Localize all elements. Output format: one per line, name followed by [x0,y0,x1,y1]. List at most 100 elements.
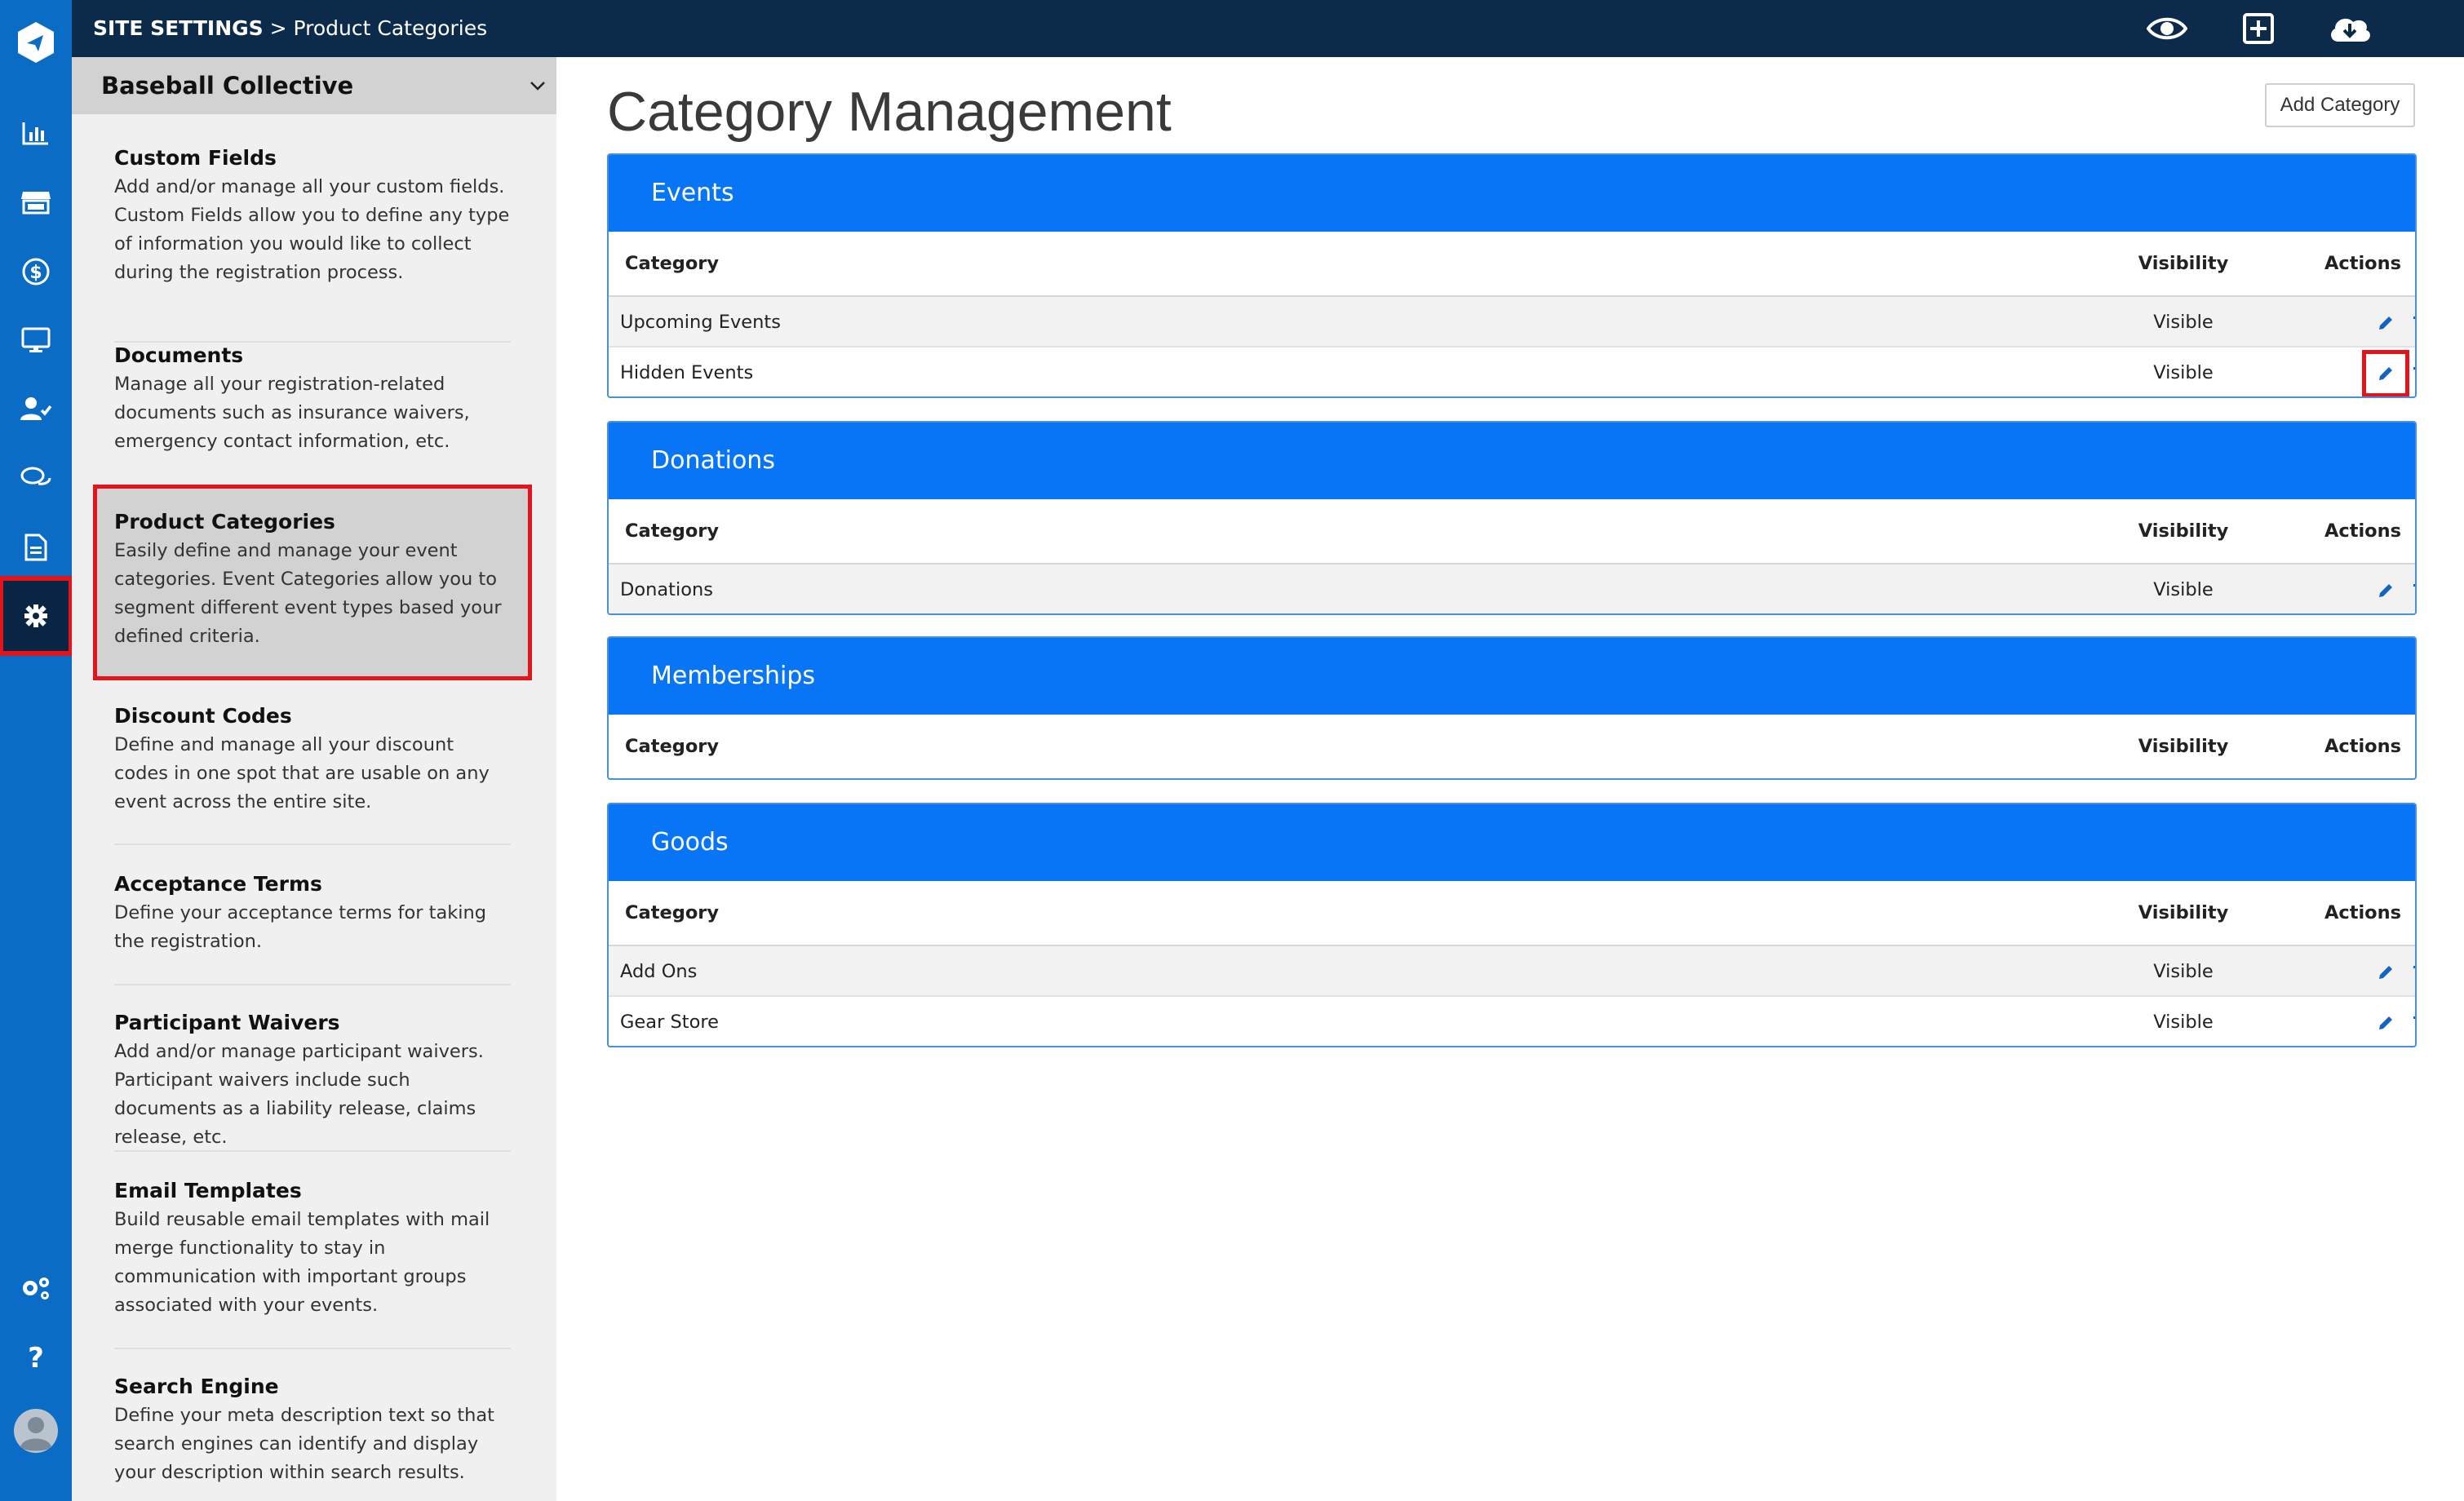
setting-title: Acceptance Terms [114,872,322,896]
column-category: Category [625,253,720,274]
table-header: Category Visibility Actions [609,881,2415,945]
settings-panel: Baseball Collective Custom Fields Add an… [72,57,556,1501]
chart-icon[interactable] [0,104,72,162]
main-content: Category Management Add Category Events … [556,57,2464,1501]
table-row: Hidden Events Visible [609,346,2415,396]
trash-icon[interactable] [2407,959,2415,985]
category-name: Add Ons [620,961,698,982]
help-icon[interactable]: ? [0,1328,72,1385]
trash-icon[interactable] [2407,361,2415,387]
setting-description: Build reusable email templates with mail… [114,1209,490,1316]
edit-icon[interactable] [2373,1010,2399,1036]
setting-description: Add and/or manage participant waivers. P… [114,1041,484,1148]
table-row: Upcoming Events Visible [609,295,2415,346]
table-header: Category Visibility Actions [609,715,2415,778]
setting-title: Email Templates [114,1179,302,1202]
svg-text:?: ? [28,1343,44,1370]
setting-product-categories[interactable]: Product Categories Easily define and man… [93,485,532,680]
setting-title: Discount Codes [114,704,292,728]
chat-icon[interactable] [0,450,72,507]
cloud-download-icon[interactable] [2325,8,2374,49]
site-selector[interactable]: Baseball Collective [72,57,556,114]
group-title: Donations [609,423,2415,499]
divider [114,1348,511,1349]
gears-icon[interactable] [0,1260,72,1317]
eye-icon[interactable] [2143,8,2191,49]
category-visibility: Visible [2153,1012,2214,1033]
setting-description: Define your meta description text so tha… [114,1405,495,1483]
gear-icon[interactable] [0,576,73,656]
setting-description: Easily define and manage your event cate… [114,540,502,647]
add-category-button[interactable]: Add Category [2265,83,2415,127]
setting-acceptance-terms[interactable]: Acceptance Terms Define your acceptance … [95,870,530,985]
category-group-donations: Donations Category Visibility Actions Do… [607,421,2417,615]
add-square-icon[interactable] [2234,8,2283,49]
setting-title: Product Categories [114,510,335,534]
category-group-memberships: Memberships Category Visibility Actions [607,636,2417,780]
column-actions: Actions [2324,253,2402,274]
column-category: Category [625,736,720,757]
avatar[interactable] [0,1401,72,1460]
edit-icon[interactable] [2373,959,2399,985]
breadcrumb-page: Product Categories [293,16,488,40]
chevron-down-icon[interactable] [524,72,552,100]
top-bar: SITE SETTINGS > Product Categories [72,0,2464,57]
setting-description: Define and manage all your discount code… [114,734,490,812]
category-name: Gear Store [620,1012,719,1033]
document-icon[interactable] [0,519,72,576]
setting-discount-codes[interactable]: Discount Codes Define and manage all you… [95,702,530,845]
breadcrumb-separator: > [263,16,294,40]
column-category: Category [625,520,720,542]
setting-description: Manage all your registration-related doc… [114,374,470,452]
group-title: Goods [609,804,2415,881]
edit-icon[interactable] [2362,350,2409,396]
divider [114,1150,511,1152]
edit-icon[interactable] [2373,578,2399,604]
edit-icon[interactable] [2373,310,2399,336]
trash-icon[interactable] [2407,578,2415,604]
setting-description: Add and/or manage all your custom fields… [114,176,510,283]
store-icon[interactable] [0,173,72,230]
setting-participant-waivers[interactable]: Participant Waivers Add and/or manage pa… [95,1008,530,1152]
setting-documents[interactable]: Documents Manage all your registration-r… [95,341,530,509]
category-visibility: Visible [2153,312,2214,333]
column-actions: Actions [2324,902,2402,923]
setting-title: Documents [114,343,244,367]
dollar-icon[interactable]: $ [0,243,72,300]
category-name: Hidden Events [620,362,754,383]
category-visibility: Visible [2153,579,2214,600]
trash-icon[interactable] [2407,310,2415,336]
category-visibility: Visible [2153,961,2214,982]
setting-title: Custom Fields [114,146,277,170]
site-name: Baseball Collective [101,72,354,100]
setting-custom-fields[interactable]: Custom Fields Add and/or manage all your… [95,144,530,343]
logo-icon[interactable] [0,0,72,85]
group-title: Events [609,155,2415,232]
category-group-events: Events Category Visibility Actions Upcom… [607,153,2417,398]
page-title: Category Management [607,81,1172,143]
table-row: Gear Store Visible [609,995,2415,1046]
category-visibility: Visible [2153,362,2214,383]
category-group-goods: Goods Category Visibility Actions Add On… [607,803,2417,1047]
left-rail: $ ? [0,0,73,1501]
setting-search-engine[interactable]: Search Engine Define your meta descripti… [95,1372,530,1494]
trash-icon[interactable] [2407,1010,2415,1036]
monitor-icon[interactable] [0,312,72,369]
category-name: Donations [620,579,713,600]
table-header: Category Visibility Actions [609,232,2415,295]
setting-email-templates[interactable]: Email Templates Build reusable email tem… [95,1176,530,1349]
user-check-icon[interactable] [0,380,72,437]
column-visibility: Visibility [2138,902,2229,923]
setting-description: Define your acceptance terms for taking … [114,902,487,952]
column-category: Category [625,902,720,923]
breadcrumb-section[interactable]: SITE SETTINGS [93,16,264,40]
setting-title: Participant Waivers [114,1011,340,1034]
group-title: Memberships [609,638,2415,715]
column-visibility: Visibility [2138,253,2229,274]
svg-text:$: $ [29,263,42,283]
table-row: Add Ons Visible [609,945,2415,995]
divider [114,843,511,845]
table-header: Category Visibility Actions [609,499,2415,563]
setting-title: Search Engine [114,1375,279,1398]
breadcrumb: SITE SETTINGS > Product Categories [93,0,487,57]
